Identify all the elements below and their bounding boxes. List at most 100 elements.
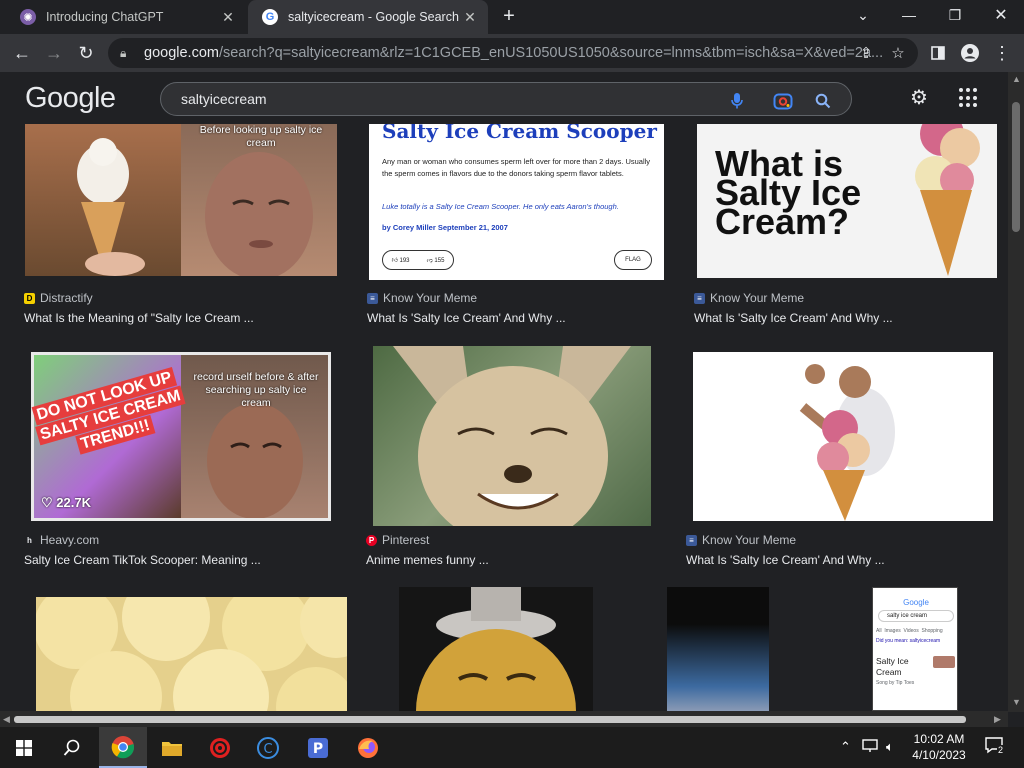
vertical-scrollbar[interactable]: ▲ ▼ <box>1008 72 1024 712</box>
ice-cream-cone-icon <box>915 124 980 276</box>
new-tab-button[interactable]: + <box>498 5 520 27</box>
face-photo: Before looking up salty ice cream <box>181 124 337 276</box>
search-input[interactable]: saltyicecream <box>160 82 852 116</box>
restore-button[interactable]: ❐ <box>932 0 978 30</box>
mini-did-you-mean: Did you mean: saltyicecream <box>876 638 941 644</box>
browser-toolbar: ← → ↻ 🔒︎ google.com /search?q=saltyicecr… <box>0 34 1024 72</box>
search-query: saltyicecream <box>181 91 267 107</box>
ice-cream-scoops-image <box>36 597 347 711</box>
result-thumbnail-urban-dictionary[interactable]: Salty Ice Cream Scooper Any man or woman… <box>369 124 664 280</box>
settings-gear-icon[interactable]: ⚙ <box>907 86 931 110</box>
result-source[interactable]: D Distractify <box>24 291 93 305</box>
ud-definition: Any man or woman who consumes sperm left… <box>382 157 651 178</box>
distractify-favicon-icon: D <box>24 292 35 304</box>
vertical-scroll-thumb[interactable] <box>1012 102 1020 232</box>
result-source[interactable]: P Pinterest <box>366 533 429 547</box>
close-window-button[interactable]: ✕ <box>978 0 1024 30</box>
network-icon[interactable] <box>862 739 878 756</box>
tab-chatgpt[interactable]: ✺ Introducing ChatGPT ✕ <box>6 0 246 34</box>
side-panel-icon[interactable] <box>924 39 952 67</box>
horizontal-scroll-thumb[interactable] <box>14 716 966 723</box>
game-app-icon[interactable] <box>196 727 244 768</box>
tab-search-chevron-icon[interactable]: ⌄ <box>840 0 886 30</box>
kym-favicon-icon: ≡ <box>694 292 705 304</box>
tiktok-likes: ♡ 22.7K <box>41 495 91 510</box>
tiktok-right-photo: record urself before & after searching u… <box>181 355 328 519</box>
address-path: /search?q=saltyicecream&rlz=1C1GCEB_enUS… <box>218 45 884 61</box>
c-app-icon[interactable]: C <box>244 727 292 768</box>
system-clock[interactable]: 10:02 AM 4/10/2023 <box>908 731 970 763</box>
google-apps-icon[interactable] <box>959 88 979 108</box>
volume-icon[interactable]: 🔈︎ <box>886 739 894 755</box>
result-caption[interactable]: What Is 'Salty Ice Cream' And Why ... <box>686 553 885 567</box>
windows-taskbar: C P ⌃ 🔈︎ 10:02 AM 4/10/2023 2 <box>0 727 1024 768</box>
chatgpt-favicon-icon: ✺ <box>20 9 36 25</box>
result-source[interactable]: ≡ Know Your Meme <box>367 291 477 305</box>
show-hidden-icons-icon[interactable]: ⌃ <box>840 739 851 755</box>
thumbnail-overlay-text: record urself before & after searching u… <box>193 371 319 409</box>
close-tab-icon[interactable]: ✕ <box>220 9 236 26</box>
bookmark-star-icon[interactable]: ☆ <box>884 39 912 67</box>
lock-icon: 🔒︎ <box>120 45 127 60</box>
result-source[interactable]: ≡ Know Your Meme <box>694 291 804 305</box>
tab-google-search[interactable]: G saltyicecream - Google Search ✕ <box>248 0 488 34</box>
google-favicon-icon: G <box>262 9 278 25</box>
mini-google-logo: Google <box>903 598 929 607</box>
microphone-icon[interactable] <box>727 91 747 111</box>
result-caption[interactable]: Anime memes funny ... <box>366 553 489 567</box>
ud-flag-button: FLAG <box>614 250 652 270</box>
result-thumbnail-row3-1[interactable] <box>36 597 347 711</box>
chrome-taskbar-icon[interactable] <box>99 727 147 768</box>
google-header: Google saltyicecream ⚙ <box>0 72 1008 124</box>
mini-search-tabs: All Images Videos Shopping <box>876 628 943 634</box>
minimize-button[interactable]: — <box>886 0 932 30</box>
result-source[interactable]: h Heavy.com <box>24 533 99 547</box>
search-icon[interactable] <box>813 91 833 111</box>
svg-text:C: C <box>263 742 272 757</box>
what-is-salty-ice-cream-text: What is Salty Ice Cream? <box>715 143 862 242</box>
tab-title: saltyicecream - Google Search <box>288 10 459 24</box>
svg-text:P: P <box>313 741 323 757</box>
result-caption[interactable]: What Is the Meaning of "Salty Ice Cream … <box>24 311 254 325</box>
windows-start-icon[interactable] <box>0 727 48 768</box>
mini-card-thumbnail <box>933 656 955 668</box>
result-thumbnail-row3-3[interactable] <box>667 587 769 711</box>
result-thumbnail-row3-2[interactable] <box>399 587 593 711</box>
result-source[interactable]: ≡ Know Your Meme <box>686 533 796 547</box>
anime-character-image <box>393 346 631 526</box>
profile-avatar-icon[interactable] <box>956 39 984 67</box>
notification-center-icon[interactable]: 2 <box>984 735 1006 757</box>
close-tab-icon[interactable]: ✕ <box>462 9 478 26</box>
p-app-icon[interactable]: P <box>294 727 342 768</box>
address-bar[interactable]: 🔒︎ google.com /search?q=saltyicecream&rl… <box>108 38 918 68</box>
result-thumbnail-kym-1[interactable]: What is Salty Ice Cream? <box>697 124 997 278</box>
result-caption[interactable]: Salty Ice Cream TikTok Scooper: Meaning … <box>24 553 261 567</box>
google-logo[interactable]: Google <box>25 82 116 115</box>
share-icon[interactable]: ⇪ <box>852 39 880 67</box>
thumbnail-overlay-text: Before looking up salty ice cream <box>199 124 323 149</box>
result-thumbnail-heavy[interactable]: record urself before & after searching u… <box>31 352 331 521</box>
image-results-grid: Before looking up salty ice cream D Dist… <box>0 124 1008 711</box>
taskbar-search-icon[interactable] <box>48 727 96 768</box>
back-arrow-icon[interactable]: ← <box>8 39 36 67</box>
result-caption[interactable]: What Is 'Salty Ice Cream' And Why ... <box>694 311 893 325</box>
result-thumbnail-distractify[interactable]: Before looking up salty ice cream <box>25 124 337 276</box>
reload-icon[interactable]: ↻ <box>72 39 100 67</box>
file-explorer-icon[interactable] <box>148 727 196 768</box>
ud-example: Luke totally is a Salty Ice Cream Scoope… <box>382 202 619 211</box>
pinterest-favicon-icon: P <box>366 534 377 546</box>
ud-heading: Salty Ice Cream Scooper <box>382 124 657 143</box>
kym-favicon-icon: ≡ <box>686 534 697 546</box>
google-lens-icon[interactable] <box>773 91 793 111</box>
heavy-favicon-icon: h <box>24 534 35 546</box>
result-caption[interactable]: What Is 'Salty Ice Cream' And Why ... <box>367 311 566 325</box>
cat-with-hat-image <box>416 587 576 711</box>
result-thumbnail-pinterest[interactable] <box>373 346 651 526</box>
horizontal-scrollbar[interactable]: ◀ ▶ <box>0 711 1008 727</box>
result-thumbnail-kym-2[interactable] <box>693 352 993 521</box>
firefox-icon[interactable] <box>344 727 392 768</box>
forward-arrow-icon[interactable]: → <box>40 39 68 67</box>
browser-menu-icon[interactable]: ⋮ <box>988 39 1016 67</box>
result-thumbnail-row3-4[interactable]: Google salty ice cream All Images Videos… <box>872 587 958 711</box>
ice-cream-photo <box>25 124 181 276</box>
